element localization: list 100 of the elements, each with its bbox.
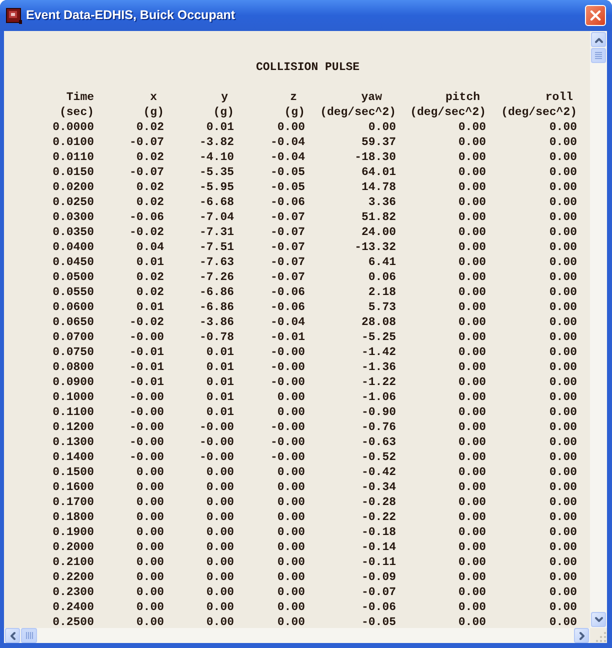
table-cell: 0.00 [136, 572, 164, 583]
table-cell: 0.00 [549, 572, 577, 583]
table-cell: -0.09 [361, 572, 396, 583]
table-cell: 0.00 [549, 242, 577, 253]
table-cell: 0.00 [277, 542, 305, 553]
grip-lines-icon [595, 52, 602, 59]
table-cell: -1.42 [361, 347, 396, 358]
table-cell: -0.07 [270, 257, 305, 268]
table-cell: 0.00 [458, 617, 486, 628]
column-header: pitch [445, 92, 481, 103]
table-cell: -0.00 [270, 452, 305, 463]
close-icon [590, 10, 601, 21]
table-cell: 6.41 [368, 257, 396, 268]
table-cell: 0.00 [458, 377, 486, 388]
table-cell: 0.00 [458, 182, 486, 193]
table-cell: 0.00 [549, 332, 577, 343]
scrollbar-thumb[interactable] [591, 48, 606, 63]
table-cell: -0.00 [129, 392, 164, 403]
table-cell: 0.1000 [52, 392, 94, 403]
table-cell: 0.02 [136, 287, 164, 298]
column-unit: (deg/sec^2) [410, 107, 486, 118]
table-cell: 0.0250 [52, 197, 94, 208]
table-cell: 0.1700 [52, 497, 94, 508]
table-cell: 0.00 [277, 617, 305, 628]
column-unit: (g) [284, 107, 305, 118]
table-cell: -0.07 [129, 137, 164, 148]
table-cell: -0.05 [270, 167, 305, 178]
table-cell: 0.00 [136, 557, 164, 568]
table-cell: 0.00 [277, 407, 305, 418]
table-cell: 0.00 [458, 257, 486, 268]
table-cell: 28.08 [361, 317, 396, 328]
table-cell: 0.00 [458, 422, 486, 433]
table-cell: 0.00 [549, 422, 577, 433]
table-cell: 0.0450 [52, 257, 94, 268]
table-cell: 0.00 [136, 497, 164, 508]
table-cell: -0.00 [270, 347, 305, 358]
table-cell: 0.00 [458, 287, 486, 298]
table-cell: -0.02 [129, 317, 164, 328]
table-cell: -0.07 [361, 587, 396, 598]
table-cell: 2.18 [368, 287, 396, 298]
table-cell: -1.22 [361, 377, 396, 388]
table-cell: 0.00 [136, 542, 164, 553]
table-cell: 0.01 [206, 362, 234, 373]
table-cell: 0.0400 [52, 242, 94, 253]
table-cell: 0.00 [549, 602, 577, 613]
table-cell: 0.1800 [52, 512, 94, 523]
table-cell: 0.00 [549, 197, 577, 208]
scrollbar-thumb[interactable] [21, 628, 37, 643]
scroll-up-button[interactable] [591, 32, 606, 47]
table-cell: 0.1900 [52, 527, 94, 538]
app-icon [6, 8, 22, 24]
table-cell: -0.00 [270, 422, 305, 433]
table-cell: 0.00 [136, 482, 164, 493]
table-cell: 0.00 [549, 512, 577, 523]
chevron-down-icon [594, 614, 604, 624]
table-cell: 0.00 [458, 242, 486, 253]
table-cell: 0.00 [277, 497, 305, 508]
table-cell: 0.00 [277, 122, 305, 133]
table-cell: 0.01 [136, 302, 164, 313]
table-cell: -0.00 [270, 437, 305, 448]
table-cell: -3.82 [199, 137, 234, 148]
table-cell: 0.1500 [52, 467, 94, 478]
table-cell: -0.06 [270, 287, 305, 298]
table-cell: 0.00 [549, 542, 577, 553]
table-cell: 0.00 [458, 302, 486, 313]
table-cell: -0.00 [270, 377, 305, 388]
table-cell: 0.00 [206, 542, 234, 553]
table-cell: 0.1200 [52, 422, 94, 433]
table-cell: 0.2200 [52, 572, 94, 583]
close-button[interactable] [585, 5, 606, 26]
table-cell: 0.02 [136, 197, 164, 208]
chevron-right-icon [576, 630, 586, 640]
table-cell: 0.00 [206, 602, 234, 613]
table-cell: -5.25 [361, 332, 396, 343]
scroll-right-button[interactable] [574, 628, 589, 643]
table-cell: 0.00 [458, 227, 486, 238]
table-cell: 5.73 [368, 302, 396, 313]
table-cell: 0.1600 [52, 482, 94, 493]
table-cell: 0.00 [136, 467, 164, 478]
table-cell: 0.0700 [52, 332, 94, 343]
table-cell: 0.00 [549, 557, 577, 568]
column-header: yaw [361, 92, 383, 103]
scroll-left-button[interactable] [5, 628, 20, 643]
table-cell: 0.00 [549, 227, 577, 238]
scroll-down-button[interactable] [591, 612, 606, 627]
table-cell: -7.63 [199, 257, 234, 268]
table-cell: -18.30 [354, 152, 396, 163]
table-cell: 0.00 [458, 512, 486, 523]
table-cell: -7.51 [199, 242, 234, 253]
table-cell: 0.0100 [52, 137, 94, 148]
table-cell: 0.00 [206, 587, 234, 598]
table-cell: 0.00 [549, 167, 577, 178]
table-cell: 0.00 [277, 557, 305, 568]
table-cell: 0.02 [136, 122, 164, 133]
table-cell: 0.01 [206, 407, 234, 418]
table-cell: -0.04 [270, 137, 305, 148]
table-cell: 0.00 [458, 497, 486, 508]
resize-grip-icon[interactable] [595, 631, 607, 643]
table-cell: -1.36 [361, 362, 396, 373]
table-cell: -0.28 [361, 497, 396, 508]
